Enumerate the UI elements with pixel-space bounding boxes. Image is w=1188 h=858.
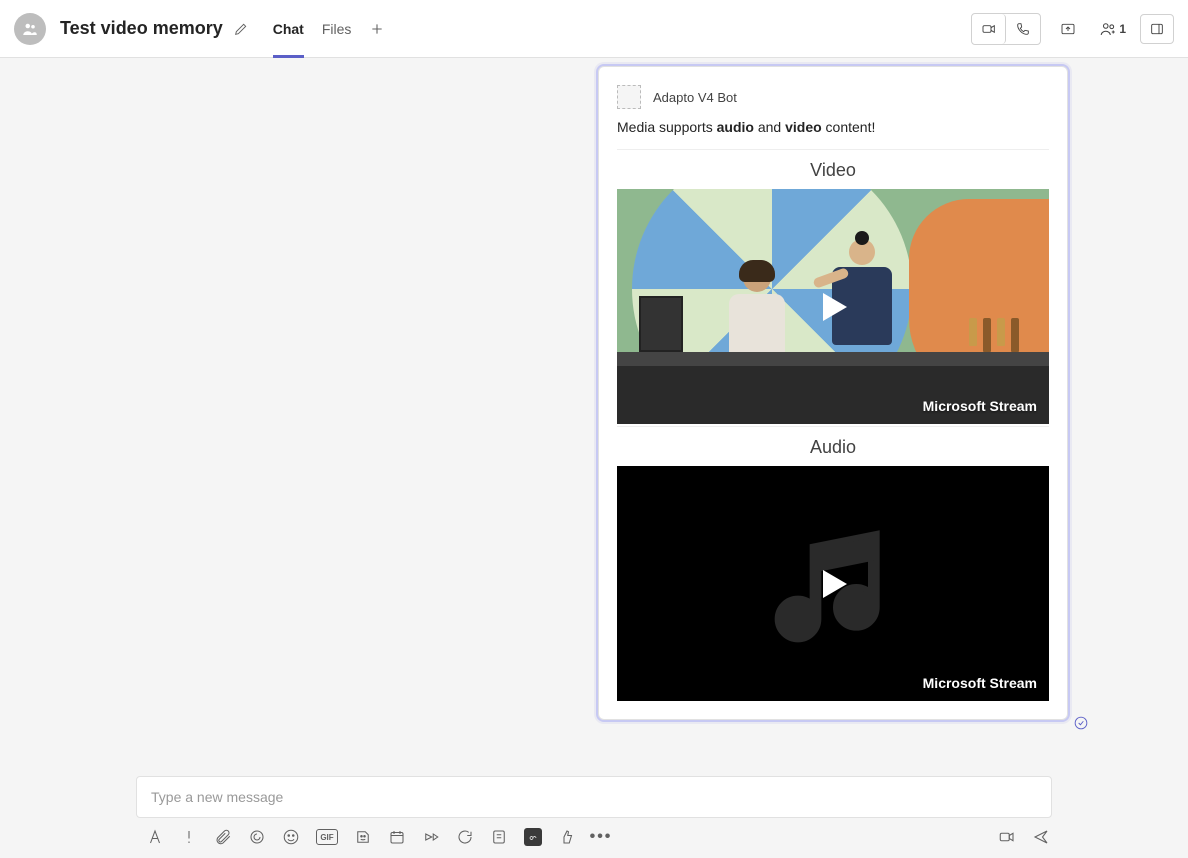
audio-section-title: Audio bbox=[617, 427, 1049, 466]
priority-icon[interactable] bbox=[180, 828, 198, 846]
format-icon[interactable] bbox=[146, 828, 164, 846]
message-row: Adapto V4 Bot Media supports audio and v… bbox=[0, 66, 1188, 720]
play-icon[interactable] bbox=[809, 283, 857, 331]
attach-icon[interactable] bbox=[214, 828, 232, 846]
text-segment: content! bbox=[822, 119, 876, 135]
text-bold: video bbox=[785, 119, 822, 135]
text-bold: audio bbox=[717, 119, 754, 135]
tab-files[interactable]: Files bbox=[322, 0, 352, 57]
chat-avatar-icon bbox=[14, 13, 46, 45]
participants-count: 1 bbox=[1119, 22, 1126, 36]
video-call-button[interactable] bbox=[972, 14, 1006, 44]
gif-icon[interactable]: GIF bbox=[316, 829, 338, 845]
chat-title: Test video memory bbox=[60, 18, 223, 39]
sticker-icon[interactable] bbox=[354, 828, 372, 846]
call-buttons bbox=[971, 13, 1041, 45]
message-input[interactable] bbox=[136, 776, 1052, 818]
share-screen-button[interactable] bbox=[1051, 14, 1085, 44]
bot-avatar-icon bbox=[617, 85, 641, 109]
sent-status-icon bbox=[1074, 716, 1088, 730]
video-clip-icon[interactable] bbox=[998, 828, 1016, 846]
audio-call-button[interactable] bbox=[1006, 14, 1040, 44]
video-section-title: Video bbox=[617, 150, 1049, 189]
loop-icon[interactable] bbox=[248, 828, 266, 846]
card-header: Adapto V4 Bot bbox=[617, 85, 1049, 109]
emoji-icon[interactable] bbox=[282, 828, 300, 846]
video-source-label: Microsoft Stream bbox=[923, 398, 1037, 414]
send-button[interactable] bbox=[1032, 828, 1050, 846]
bot-name: Adapto V4 Bot bbox=[653, 90, 737, 105]
chat-header: Test video memory Chat Files 1 bbox=[0, 0, 1188, 58]
play-icon[interactable] bbox=[809, 560, 857, 608]
compose-area: GIF ••• bbox=[0, 772, 1188, 858]
card-body-text: Media supports audio and video content! bbox=[617, 119, 1049, 150]
adaptive-card[interactable]: Adapto V4 Bot Media supports audio and v… bbox=[598, 66, 1068, 720]
video-media-block[interactable]: Microsoft Stream bbox=[617, 189, 1049, 424]
approvals-icon[interactable] bbox=[456, 828, 474, 846]
viva-icon[interactable] bbox=[490, 828, 508, 846]
audio-source-label: Microsoft Stream bbox=[923, 675, 1037, 691]
participants-button[interactable]: 1 bbox=[1095, 20, 1130, 38]
header-tabs: Chat Files bbox=[273, 0, 386, 57]
chat-messages-area: Adapto V4 Bot Media supports audio and v… bbox=[0, 58, 1188, 772]
text-segment: and bbox=[754, 119, 785, 135]
header-actions: 1 bbox=[971, 13, 1174, 45]
text-segment: Media supports bbox=[617, 119, 717, 135]
add-tab-icon[interactable] bbox=[369, 21, 385, 37]
edit-title-icon[interactable] bbox=[233, 21, 249, 37]
audio-media-block[interactable]: Microsoft Stream bbox=[617, 466, 1049, 701]
schedule-icon[interactable] bbox=[388, 828, 406, 846]
stream-icon[interactable] bbox=[422, 828, 440, 846]
compose-toolbar: GIF ••• bbox=[136, 818, 1052, 846]
praise-icon[interactable] bbox=[558, 828, 576, 846]
tab-chat[interactable]: Chat bbox=[273, 0, 304, 57]
box-app-icon[interactable] bbox=[524, 828, 542, 846]
more-actions-icon[interactable]: ••• bbox=[592, 828, 610, 846]
open-panel-button[interactable] bbox=[1140, 14, 1174, 44]
